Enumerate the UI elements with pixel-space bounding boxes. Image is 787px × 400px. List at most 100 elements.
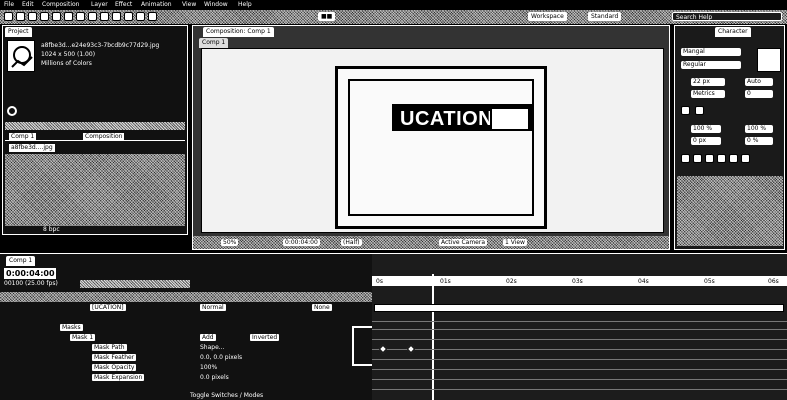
rotate-tool-icon[interactable] bbox=[40, 12, 49, 21]
file-name: a8fbe3d...e24e93c3-7bcdb9c77d29.jpg bbox=[41, 42, 160, 49]
timeline-graph: 0s 01s 02s 03s 04s 05s 06s bbox=[372, 254, 787, 400]
caption-text: UCATION bbox=[400, 108, 494, 130]
fill-color-swatch[interactable] bbox=[757, 48, 781, 72]
composition-panel: Composition: Comp 1 Comp 1 UCATION 50% 0… bbox=[192, 25, 670, 250]
horizontal-scale-field[interactable]: 100 % bbox=[745, 125, 773, 133]
menu-window[interactable]: Window bbox=[204, 1, 228, 8]
mask-tool-icon[interactable] bbox=[76, 12, 85, 21]
layer-name[interactable]: [UCATION] bbox=[90, 304, 126, 311]
eraser-tool-icon[interactable] bbox=[136, 12, 145, 21]
timeline-fps: 00100 (25.00 fps) bbox=[4, 280, 58, 287]
ruler-tick: 01s bbox=[440, 278, 451, 285]
character-panel-empty bbox=[677, 176, 783, 246]
all-caps-icon[interactable] bbox=[705, 154, 714, 163]
search-help-input[interactable]: Search Help bbox=[672, 12, 782, 21]
timeline-track bbox=[372, 364, 787, 370]
project-list-empty-area bbox=[5, 154, 185, 226]
timeline-timecode[interactable]: 0:00:04:00 bbox=[4, 268, 56, 279]
menu-layer[interactable]: Layer bbox=[91, 1, 108, 8]
menu-animation[interactable]: Animation bbox=[141, 1, 172, 8]
menu-view[interactable]: View bbox=[182, 1, 196, 8]
menu-effect[interactable]: Effect bbox=[115, 1, 132, 8]
composition-canvas[interactable]: UCATION bbox=[201, 48, 664, 233]
mask-expansion-prop[interactable]: Mask Expansion bbox=[92, 374, 145, 381]
project-search-field[interactable] bbox=[5, 122, 185, 130]
mask-mode-select[interactable]: Add bbox=[200, 334, 216, 341]
resolution-select[interactable]: (Half) bbox=[341, 239, 362, 246]
viewer-timecode[interactable]: 0:00:04:00 bbox=[283, 239, 320, 246]
pan-behind-tool-icon[interactable] bbox=[64, 12, 73, 21]
superscript-icon[interactable] bbox=[729, 154, 738, 163]
timeline-panel: Comp 1 0:00:04:00 00100 (25.00 fps) [UCA… bbox=[0, 253, 787, 400]
layer-outline: Comp 1 0:00:04:00 00100 (25.00 fps) [UCA… bbox=[0, 254, 464, 400]
camera-tool-icon[interactable] bbox=[52, 12, 61, 21]
type-tool-icon[interactable] bbox=[100, 12, 109, 21]
mask-inverted-toggle[interactable]: Inverted bbox=[250, 334, 280, 341]
small-caps-icon[interactable] bbox=[717, 154, 726, 163]
mask-outline[interactable] bbox=[490, 107, 530, 131]
snapping-toggle[interactable]: ■■ bbox=[318, 12, 336, 21]
mask-1[interactable]: Mask 1 bbox=[70, 334, 96, 341]
leading-field[interactable]: Auto bbox=[745, 78, 773, 86]
time-ruler[interactable]: 0s 01s 02s 03s 04s 05s 06s bbox=[372, 276, 787, 286]
pen-tool-icon[interactable] bbox=[88, 12, 97, 21]
layer-parent[interactable]: None bbox=[312, 304, 332, 311]
workspace-label: Workspace bbox=[528, 12, 567, 21]
font-size-field[interactable]: 22 px bbox=[691, 78, 725, 86]
tracking-field[interactable]: 0 bbox=[745, 90, 773, 98]
stroke-order-icon[interactable] bbox=[695, 106, 704, 115]
camera-select[interactable]: Active Camera bbox=[439, 239, 488, 246]
viewer-toolbar: 50% 0:00:04:00 (Half) Active Camera 1 Vi… bbox=[193, 236, 669, 249]
project-item-comp-type: Composition bbox=[83, 133, 125, 141]
project-item-comp-name[interactable]: Comp 1 bbox=[9, 133, 37, 141]
menu-composition[interactable]: Composition bbox=[42, 1, 79, 8]
ruler-tick: 0s bbox=[376, 278, 383, 285]
mask-opacity-prop[interactable]: Mask Opacity bbox=[92, 364, 137, 371]
menu-file[interactable]: File bbox=[4, 1, 14, 8]
menu-edit[interactable]: Edit bbox=[22, 1, 34, 8]
comp-subtab[interactable]: Comp 1 bbox=[199, 38, 229, 48]
vertical-scale-field[interactable]: 100 % bbox=[691, 125, 721, 133]
menu-help[interactable]: Help bbox=[238, 1, 252, 8]
layer-duration-bar[interactable] bbox=[374, 304, 784, 312]
subscript-icon[interactable] bbox=[741, 154, 750, 163]
font-style-select[interactable]: Regular bbox=[681, 61, 741, 69]
search-icon[interactable] bbox=[7, 106, 17, 116]
kerning-field[interactable]: Metrics bbox=[691, 90, 725, 98]
hand-tool-icon[interactable] bbox=[16, 12, 25, 21]
font-family-select[interactable]: Mangal bbox=[681, 48, 741, 56]
zoom-tool-icon[interactable] bbox=[28, 12, 37, 21]
project-tab[interactable]: Project bbox=[5, 27, 32, 37]
mask-expansion-value[interactable]: 0.0 pixels bbox=[200, 374, 229, 381]
stroke-width-icon[interactable] bbox=[681, 106, 690, 115]
baseline-shift-field[interactable]: 0 px bbox=[691, 137, 721, 145]
character-panel: Character Mangal Regular 22 px Auto Metr… bbox=[674, 25, 785, 250]
mask-path-prop[interactable]: Mask Path bbox=[92, 344, 127, 351]
layer-mode[interactable]: Normal bbox=[200, 304, 226, 311]
composition-tab[interactable]: Composition: Comp 1 bbox=[203, 27, 274, 37]
ruler-tick: 04s bbox=[638, 278, 649, 285]
italic-icon[interactable] bbox=[693, 154, 702, 163]
mask-opacity-value[interactable]: 100% bbox=[200, 364, 217, 371]
brush-tool-icon[interactable] bbox=[112, 12, 121, 21]
workspace-select[interactable]: Standard bbox=[588, 12, 622, 21]
toggle-switches-modes[interactable]: Toggle Switches / Modes bbox=[190, 392, 263, 399]
mask-feather-prop[interactable]: Mask Feather bbox=[92, 354, 137, 361]
bold-icon[interactable] bbox=[681, 154, 690, 163]
timeline-search-field[interactable] bbox=[80, 280, 190, 288]
puppet-tool-icon[interactable] bbox=[148, 12, 157, 21]
mask-feather-value[interactable]: 0.0, 0.0 pixels bbox=[200, 354, 242, 361]
clone-stamp-tool-icon[interactable] bbox=[124, 12, 133, 21]
character-tab[interactable]: Character bbox=[715, 27, 751, 37]
tsume-field[interactable]: 0 % bbox=[745, 137, 773, 145]
mask-path-value[interactable]: Shape... bbox=[200, 344, 225, 351]
zoom-select[interactable]: 50% bbox=[221, 239, 239, 246]
file-type: Millions of Colors bbox=[41, 60, 92, 67]
views-select[interactable]: 1 View bbox=[503, 239, 527, 246]
masks-group[interactable]: Masks bbox=[60, 324, 83, 331]
selection-tool-icon[interactable] bbox=[4, 12, 13, 21]
project-item-image-name[interactable]: a8fbe3d....jpg bbox=[9, 144, 55, 152]
bit-depth[interactable]: 8 bpc bbox=[43, 226, 60, 234]
ruler-tick: 06s bbox=[768, 278, 779, 285]
timeline-comp-tab[interactable]: Comp 1 bbox=[6, 256, 36, 266]
